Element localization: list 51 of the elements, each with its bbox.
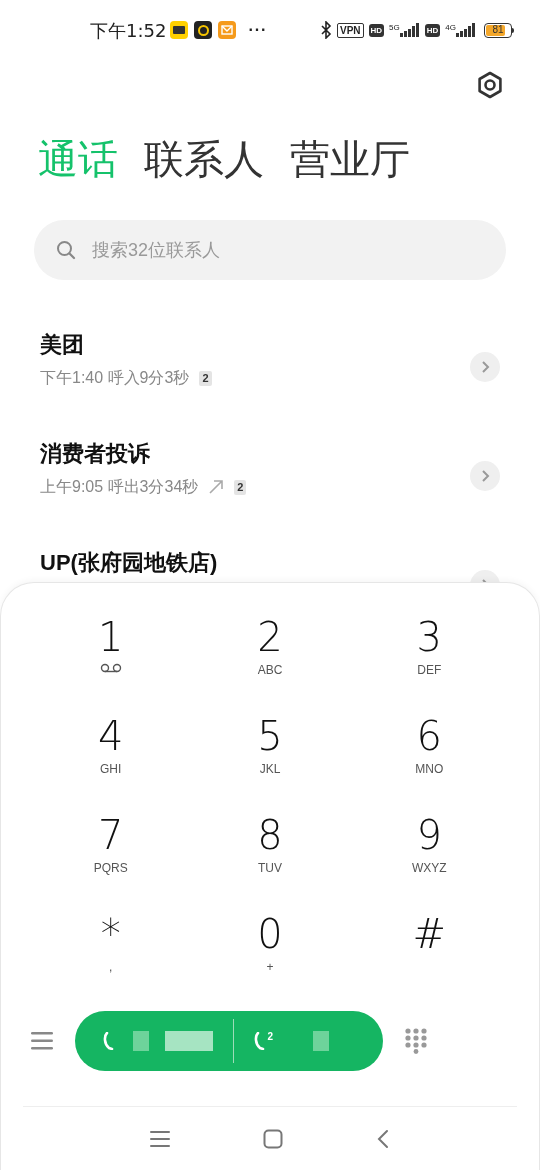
call-count: 2 <box>199 370 212 386</box>
tab[interactable]: 联系人 <box>144 139 264 179</box>
app-notification-icon <box>170 21 189 39</box>
blurred-label <box>313 1031 330 1051</box>
settings-icon[interactable] <box>476 71 504 99</box>
contact-name: 消费者投诉 <box>40 440 151 468</box>
search-icon <box>56 240 76 260</box>
battery-percentage: 81 <box>491 23 505 37</box>
call-log-row[interactable]: UP(张府园地铁店) <box>0 544 540 582</box>
dial-key[interactable]: 4 GHI <box>31 708 191 807</box>
contact-name: 美团 <box>40 331 85 359</box>
recent-apps-icon[interactable] <box>149 1130 170 1147</box>
call-log-row[interactable]: 美团 下午1:40 呼入9分3秒 2 <box>0 326 540 435</box>
hd-indicator: HD <box>424 23 441 37</box>
dial-key[interactable]: # <box>349 906 509 1005</box>
call-details: 下午1:40 呼入9分3秒 <box>40 368 190 388</box>
bluetooth-icon <box>319 21 332 39</box>
call-details: 上午9:05 呼出3分34秒 <box>40 477 199 497</box>
more-notifications: ··· <box>248 20 268 40</box>
sim-number: 2 <box>267 1032 274 1042</box>
vpn-indicator: VPN <box>336 22 364 38</box>
dial-key[interactable]: 7 PQRS <box>31 807 191 906</box>
network-type: 4G <box>445 23 456 32</box>
signal-icon <box>399 23 420 37</box>
dial-key[interactable]: 2 ABC <box>190 609 350 708</box>
dial-key[interactable]: 3 DEF <box>349 609 509 708</box>
dial-key[interactable]: 9 WXYZ <box>349 807 509 906</box>
dial-key[interactable]: 8 TUV <box>190 807 350 906</box>
back-icon[interactable] <box>376 1128 391 1149</box>
chevron-icon[interactable] <box>470 352 500 382</box>
dial-key[interactable]: 5 JKL <box>190 708 350 807</box>
call-count: 2 <box>234 479 247 495</box>
voicemail-icon <box>99 663 122 673</box>
network-type: 5G <box>389 23 400 32</box>
contact-name: UP(张府园地铁店) <box>40 549 219 577</box>
signal-icon <box>456 23 476 37</box>
chevron-icon[interactable] <box>470 461 500 491</box>
home-icon[interactable] <box>263 1128 283 1149</box>
app-notification-icon <box>194 21 213 39</box>
hd-indicator: HD <box>368 23 385 37</box>
dial-key[interactable]: * , <box>31 906 191 1005</box>
tab[interactable]: 营业厅 <box>290 139 410 179</box>
call-log-row[interactable]: 消费者投诉 上午9:05 呼出3分34秒 2 <box>0 435 540 544</box>
dial-key[interactable]: 6 MNO <box>349 708 509 807</box>
dial-key[interactable]: 1 <box>31 609 191 708</box>
status-time: 下午1:52 <box>90 18 167 43</box>
dialpad-icon[interactable] <box>405 1028 427 1054</box>
search-field[interactable]: 搜索32位联系人 <box>34 220 506 280</box>
mail-icon <box>218 21 237 39</box>
dial-key[interactable]: 0 + <box>190 906 350 1005</box>
menu-icon[interactable] <box>31 1032 53 1050</box>
